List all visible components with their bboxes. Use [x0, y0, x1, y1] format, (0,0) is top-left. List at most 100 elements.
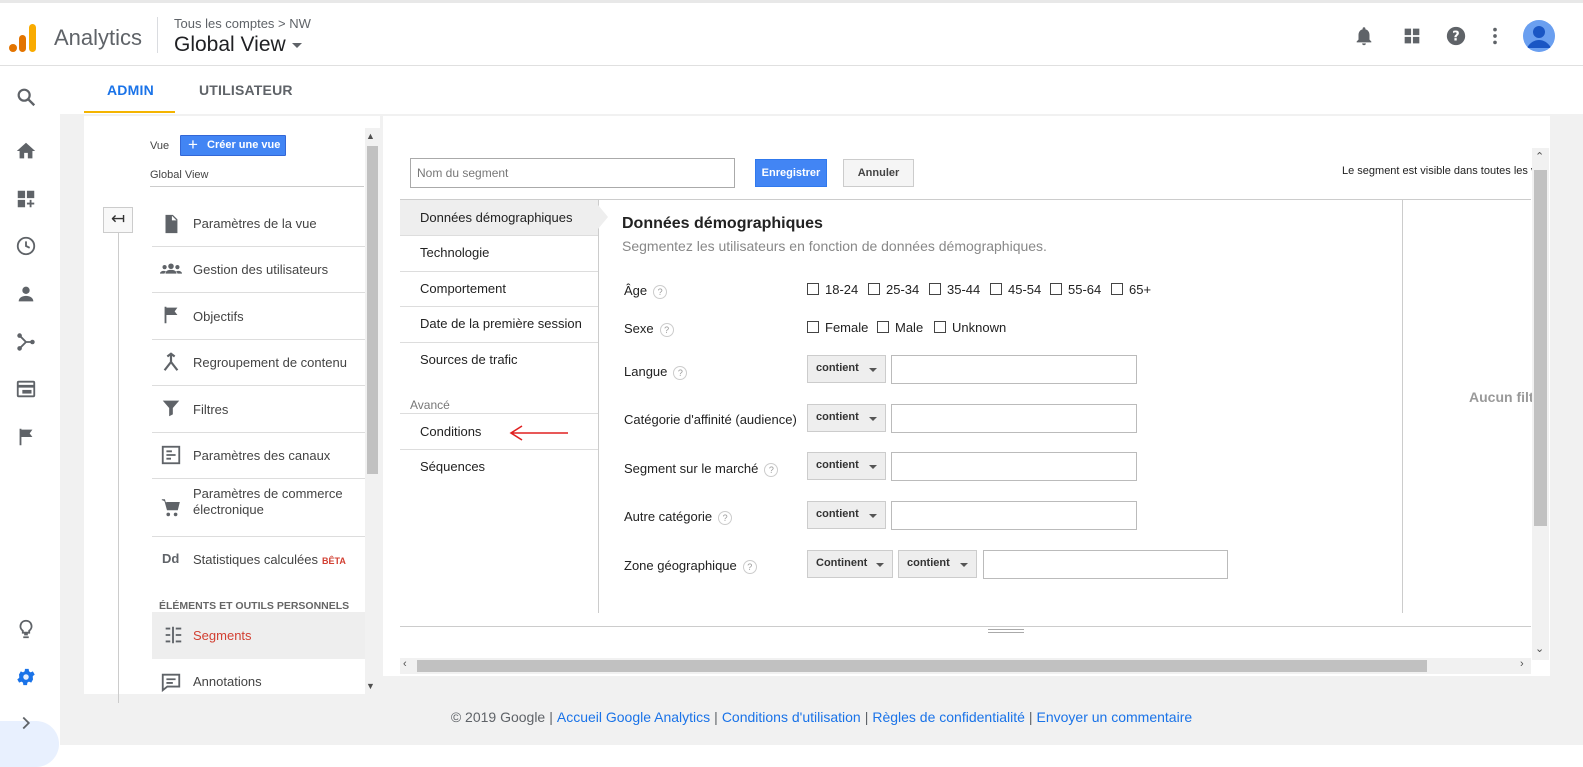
- admin-item-channel-settings[interactable]: Paramètres des canaux: [152, 433, 365, 479]
- help-icon[interactable]: ?: [659, 322, 674, 337]
- breadcrumb[interactable]: Tous les comptes > NW: [174, 16, 311, 31]
- resize-grip[interactable]: [988, 629, 1024, 633]
- help-icon[interactable]: ?: [742, 559, 757, 574]
- segment-name-input[interactable]: [410, 158, 735, 188]
- analytics-logo[interactable]: [9, 23, 39, 53]
- editor-horizontal-scrollbar-thumb[interactable]: [417, 660, 1427, 672]
- footer-separator: |: [549, 709, 553, 725]
- geo-value-input[interactable]: [983, 550, 1228, 579]
- geo-label: Zone géographique?: [624, 558, 757, 574]
- geo-operator-dropdown[interactable]: contient: [898, 550, 977, 578]
- segment-nav-first-session[interactable]: Date de la première session: [400, 307, 598, 343]
- sex-checkbox-female[interactable]: Female: [807, 320, 868, 335]
- affinity-operator-dropdown[interactable]: contient: [807, 404, 886, 432]
- collapse-arrow-button[interactable]: ↤: [103, 207, 133, 233]
- langue-label-text: Langue: [624, 364, 668, 379]
- admin-item-segments[interactable]: Segments: [152, 612, 365, 659]
- help-icon[interactable]: ?: [1445, 25, 1467, 47]
- checkbox-box: [990, 283, 1002, 295]
- search-icon[interactable]: [15, 86, 37, 108]
- affinity-value-input[interactable]: [891, 404, 1137, 433]
- admin-item-annotations[interactable]: Annotations: [152, 659, 365, 694]
- scroll-up-icon[interactable]: ▲: [366, 131, 375, 141]
- gear-icon[interactable]: [15, 666, 37, 688]
- footer-separator: |: [714, 709, 718, 725]
- more-vert-icon[interactable]: [1484, 25, 1506, 47]
- home-icon[interactable]: [15, 140, 37, 162]
- avatar[interactable]: [1523, 20, 1555, 52]
- admin-item-user-management[interactable]: Gestion des utilisateurs: [152, 247, 365, 293]
- filter-icon: [162, 400, 180, 417]
- segment-nav-technology[interactable]: Technologie: [400, 236, 598, 272]
- segment-nav-demographics[interactable]: Données démographiques: [400, 200, 598, 236]
- help-icon[interactable]: ?: [653, 284, 668, 299]
- scroll-up-icon[interactable]: ⌃: [1535, 150, 1544, 163]
- acquisition-icon[interactable]: [15, 331, 37, 353]
- clock-icon[interactable]: [15, 235, 37, 257]
- footer-link-terms[interactable]: Conditions d'utilisation: [722, 709, 861, 725]
- tab-utilisateur[interactable]: UTILISATEUR: [199, 82, 293, 98]
- person-icon[interactable]: [15, 283, 37, 305]
- age-checkbox-35-44[interactable]: 35-44: [929, 282, 980, 297]
- footer-copyright: © 2019 Google: [450, 709, 546, 725]
- age-label-text: Âge: [624, 283, 648, 298]
- sex-checkbox-male[interactable]: Male: [877, 320, 923, 335]
- other-value-input[interactable]: [891, 501, 1137, 530]
- age-checkbox-65-plus[interactable]: 65+: [1111, 282, 1151, 297]
- save-button[interactable]: Enregistrer: [755, 159, 827, 187]
- admin-item-view-settings[interactable]: Paramètres de la vue: [152, 201, 365, 247]
- editor-vertical-scrollbar-thumb[interactable]: [1534, 170, 1547, 526]
- admin-item-ecommerce-settings[interactable]: Paramètres de commerce électronique: [152, 479, 365, 537]
- sex-label: Sexe?: [624, 321, 674, 337]
- scroll-right-icon[interactable]: ›: [1520, 658, 1524, 670]
- admin-item-content-grouping[interactable]: Regroupement de contenu: [152, 340, 365, 386]
- admin-item-calculated-metrics[interactable]: Dd Statistiques calculées BÊTA: [152, 537, 365, 583]
- visibility-note[interactable]: Le segment est visible dans toutes les v…: [1342, 165, 1532, 177]
- customization-icon[interactable]: [15, 188, 37, 210]
- help-icon[interactable]: ?: [764, 462, 779, 477]
- age-checkbox-25-34[interactable]: 25-34: [868, 282, 919, 297]
- scroll-down-icon[interactable]: ▼: [366, 681, 375, 691]
- bell-icon[interactable]: [1353, 25, 1375, 47]
- behavior-icon[interactable]: [15, 378, 37, 400]
- dropdown-value: contient: [816, 411, 859, 423]
- conversions-flag-icon[interactable]: [15, 426, 37, 448]
- help-icon[interactable]: ?: [673, 365, 688, 380]
- tab-admin[interactable]: ADMIN: [107, 82, 154, 98]
- sex-checkbox-unknown[interactable]: Unknown: [934, 320, 1006, 335]
- lightbulb-icon[interactable]: [15, 618, 37, 640]
- segment-nav-sequences[interactable]: Séquences: [400, 450, 598, 485]
- age-checkbox-45-54[interactable]: 45-54: [990, 282, 1041, 297]
- footer-link-feedback[interactable]: Envoyer un commentaire: [1037, 709, 1193, 725]
- dropdown-value: contient: [816, 362, 859, 374]
- geo-level-dropdown[interactable]: Continent: [807, 550, 893, 578]
- admin-item-filters[interactable]: Filtres: [152, 386, 365, 433]
- footer-link-privacy[interactable]: Règles de confidentialité: [872, 709, 1025, 725]
- scroll-down-icon[interactable]: ⌄: [1535, 642, 1544, 655]
- tree-line: [118, 233, 119, 703]
- market-value-input[interactable]: [891, 452, 1137, 481]
- other-operator-dropdown[interactable]: contient: [807, 501, 886, 529]
- help-icon[interactable]: ?: [718, 510, 733, 525]
- divider: [1402, 199, 1403, 613]
- dd-icon: Dd: [162, 551, 180, 566]
- admin-item-goals[interactable]: Objectifs: [152, 293, 365, 340]
- segment-nav-traffic-sources[interactable]: Sources de trafic: [400, 343, 598, 378]
- admin-scrollbar-thumb[interactable]: [367, 146, 378, 474]
- langue-operator-dropdown[interactable]: contient: [807, 355, 886, 383]
- market-operator-dropdown[interactable]: contient: [807, 452, 886, 480]
- admin-item-label: Annotations: [193, 674, 262, 689]
- footer-link-home[interactable]: Accueil Google Analytics: [557, 709, 710, 725]
- age-checkbox-18-24[interactable]: 18-24: [807, 282, 858, 297]
- cancel-button[interactable]: Annuler: [843, 159, 914, 187]
- apps-icon[interactable]: [1401, 25, 1423, 47]
- view-name-label[interactable]: Global View: [150, 169, 209, 181]
- view-selector[interactable]: Global View: [174, 33, 302, 57]
- segment-nav-behavior[interactable]: Comportement: [400, 272, 598, 307]
- langue-value-input[interactable]: [891, 355, 1137, 384]
- create-view-button[interactable]: + Créer une vue: [180, 135, 286, 156]
- age-checkbox-55-64[interactable]: 55-64: [1050, 282, 1101, 297]
- age-label: Âge?: [624, 283, 668, 299]
- checkbox-box: [807, 321, 819, 333]
- scroll-left-icon[interactable]: ‹: [403, 658, 407, 670]
